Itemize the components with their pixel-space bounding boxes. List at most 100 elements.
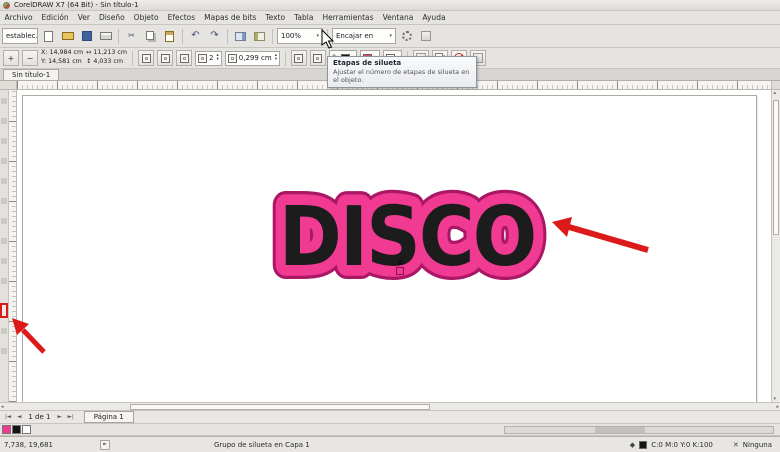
- document-tab[interactable]: Sin título-1: [3, 69, 60, 80]
- toolbar-separator: [272, 28, 273, 44]
- export-button[interactable]: [251, 28, 268, 45]
- outline-indicator-icon: ✕: [732, 440, 739, 449]
- menu-ver[interactable]: Ver: [73, 11, 94, 24]
- last-page-button[interactable]: ►|: [66, 412, 76, 423]
- contour-steps-spinner[interactable]: [217, 54, 219, 63]
- inside-contour-button[interactable]: [157, 50, 174, 66]
- contour-offset-spinner[interactable]: [275, 54, 277, 63]
- cut-button[interactable]: ✂: [123, 28, 140, 45]
- options-button[interactable]: [398, 28, 415, 45]
- menu-tabla[interactable]: Tabla: [290, 11, 318, 24]
- toolbar-separator: [327, 28, 328, 44]
- contour-offset-handle[interactable]: [396, 267, 404, 275]
- toolbox-tool[interactable]: [1, 98, 7, 104]
- toolbox-tool[interactable]: [1, 158, 7, 164]
- toolbox-tool[interactable]: [1, 218, 7, 224]
- menu-diseno[interactable]: Diseño: [94, 11, 129, 24]
- toolbox-tool[interactable]: [1, 198, 7, 204]
- open-folder-icon: [61, 32, 74, 40]
- print-icon: [99, 32, 112, 40]
- toolbox-tool[interactable]: [1, 178, 7, 184]
- menu-edicion[interactable]: Edición: [37, 11, 73, 24]
- round-corners-button[interactable]: [309, 50, 326, 66]
- toolbox-tool[interactable]: [1, 138, 7, 144]
- paste-button[interactable]: [161, 28, 178, 45]
- first-page-button[interactable]: |◄: [3, 412, 13, 423]
- vertical-scroll-thumb[interactable]: [773, 100, 779, 235]
- contour-steps-field[interactable]: 2: [195, 50, 222, 66]
- delete-preset-button[interactable]: −: [22, 50, 38, 66]
- horizontal-scroll-thumb[interactable]: [130, 404, 430, 410]
- page-count-label: 1 de 1: [28, 413, 51, 421]
- add-preset-button[interactable]: +: [3, 50, 19, 66]
- application-launcher-button[interactable]: [417, 28, 434, 45]
- horizontal-scrollbar[interactable]: [0, 402, 780, 411]
- palette-color-pink[interactable]: [2, 425, 11, 434]
- toolbox-tool[interactable]: [1, 258, 7, 264]
- palette-color-white[interactable]: [22, 425, 31, 434]
- undo-button[interactable]: ↶: [187, 28, 204, 45]
- copy-button[interactable]: [142, 28, 159, 45]
- redo-icon: ↷: [210, 30, 219, 41]
- disco-text-fill: DISCO: [279, 189, 535, 284]
- tooltip-body: Ajustar el número de etapas de silueta e…: [333, 68, 470, 84]
- new-document-button[interactable]: [40, 28, 57, 45]
- menu-ventana[interactable]: Ventana: [378, 11, 418, 24]
- palette-flyout-button[interactable]: ►: [100, 439, 110, 450]
- toolbox-tool[interactable]: [1, 328, 7, 334]
- vertical-ruler[interactable]: [9, 90, 17, 402]
- vertical-scrollbar[interactable]: [771, 90, 780, 402]
- menu-archivo[interactable]: Archivo: [0, 11, 37, 24]
- toolbox-tool[interactable]: [1, 348, 7, 354]
- object-width-value: 11,213 cm: [93, 49, 128, 57]
- palette-color-black[interactable]: [12, 425, 21, 434]
- ruler-options-button[interactable]: [771, 81, 780, 90]
- open-button[interactable]: [59, 28, 76, 45]
- cut-icon: ✂: [128, 31, 135, 40]
- width-icon: ↔: [86, 49, 92, 57]
- menu-mapas-de-bits[interactable]: Mapas de bits: [200, 11, 261, 24]
- status-fill-swatch[interactable]: [639, 440, 648, 449]
- object-position-fields[interactable]: X: 14,984 cm Y: 14,581 cm: [41, 49, 83, 66]
- toolbox-tool[interactable]: [1, 238, 7, 244]
- toolbox-tool[interactable]: [1, 278, 7, 284]
- contour-offset-field[interactable]: 0,299 cm: [224, 50, 280, 66]
- palette-scroll-thumb[interactable]: [595, 426, 645, 433]
- preset-dropdown[interactable]: establec...: [2, 28, 38, 44]
- contour-tool-highlighted[interactable]: [0, 303, 8, 318]
- page-tab[interactable]: Página 1: [83, 411, 134, 423]
- to-center-contour-button[interactable]: [138, 50, 155, 66]
- toolbar-separator: [227, 28, 228, 44]
- options-icon: [401, 31, 412, 41]
- contour-handle[interactable]: [398, 260, 403, 265]
- object-size-fields[interactable]: ↔ 11,213 cm ↕ 4,033 cm: [86, 49, 127, 66]
- save-button[interactable]: [78, 28, 95, 45]
- x-position-value: 14,984 cm: [49, 49, 84, 57]
- print-button[interactable]: [97, 28, 114, 45]
- menu-texto[interactable]: Texto: [261, 11, 290, 24]
- next-page-button[interactable]: ►: [55, 412, 63, 423]
- menu-ayuda[interactable]: Ayuda: [418, 11, 450, 24]
- import-button[interactable]: [232, 28, 249, 45]
- snap-to-dropdown[interactable]: Encajar en: [332, 28, 396, 44]
- outside-contour-button[interactable]: [176, 50, 193, 66]
- redo-button[interactable]: ↷: [206, 28, 223, 45]
- menu-efectos[interactable]: Efectos: [163, 11, 200, 24]
- zoom-level-select[interactable]: 100%: [277, 28, 323, 44]
- miter-corners-button[interactable]: [290, 50, 307, 66]
- inside-contour-icon: [160, 53, 170, 63]
- menu-objeto[interactable]: Objeto: [129, 11, 163, 24]
- prev-page-button[interactable]: ◄: [15, 412, 23, 423]
- toolbox-tool[interactable]: [1, 118, 7, 124]
- status-fill-outline-info: ◆ C:0 M:0 Y:0 K:100 ✕ Ninguna: [630, 440, 772, 449]
- artwork-disco-text[interactable]: DISCO DISCO DISCO: [247, 170, 567, 300]
- ruler-origin-button[interactable]: [0, 81, 17, 90]
- tooltip-title: Etapas de silueta: [333, 59, 402, 67]
- menu-herramientas[interactable]: Herramientas: [318, 11, 378, 24]
- menu-bar: Archivo Edición Ver Diseño Objeto Efecto…: [0, 11, 780, 25]
- palette-scrollbar[interactable]: [504, 425, 774, 434]
- window-title: CorelDRAW X7 (64 Bit) - Sin título-1: [14, 1, 139, 9]
- drawing-canvas[interactable]: DISCO DISCO DISCO: [17, 90, 771, 402]
- copy-icon: [145, 30, 154, 40]
- selection-info: Grupo de silueta en Capa 1: [214, 440, 310, 449]
